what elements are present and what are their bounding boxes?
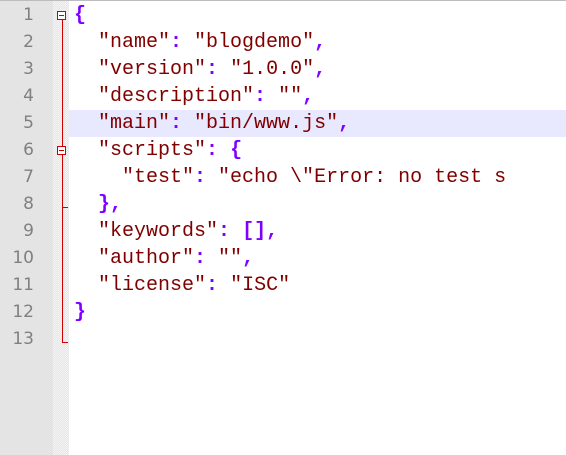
- json-key: "name": [98, 31, 171, 54]
- code-line[interactable]: 1{: [0, 2, 566, 29]
- json-key: "license": [98, 274, 207, 297]
- line-number: 8: [23, 194, 34, 214]
- line-code: "main": "bin/www.js",: [74, 110, 350, 137]
- json-value: "blogdemo": [194, 31, 315, 54]
- bracket: }: [74, 301, 87, 324]
- line-number: 7: [23, 167, 34, 187]
- line-code: "description": "",: [74, 83, 314, 110]
- json-key: "version": [98, 58, 207, 81]
- colon: :: [194, 166, 219, 189]
- bracket: {: [230, 139, 243, 162]
- line-code: "author": "",: [74, 245, 254, 272]
- line-code: "license": "ISC": [74, 272, 290, 299]
- line-number: 10: [12, 248, 34, 268]
- code-line[interactable]: 2 "name": "blogdemo",: [0, 29, 566, 56]
- json-key: "main": [98, 112, 171, 135]
- json-key: "keywords": [98, 220, 219, 243]
- json-key: "scripts": [98, 139, 207, 162]
- comma: ,: [110, 193, 123, 216]
- bracket: }: [98, 193, 111, 216]
- comma: ,: [266, 220, 279, 243]
- colon: :: [206, 139, 231, 162]
- code-line[interactable]: 4 "description": "",: [0, 83, 566, 110]
- json-value: "echo \"Error: no test s: [218, 166, 507, 189]
- json-key: "author": [98, 247, 195, 270]
- code-line[interactable]: 11 "license": "ISC": [0, 272, 566, 299]
- comma: ,: [314, 58, 327, 81]
- line-code: "version": "1.0.0",: [74, 56, 326, 83]
- comma: ,: [338, 112, 351, 135]
- code-line[interactable]: 5 "main": "bin/www.js",: [0, 110, 566, 137]
- line-number: 5: [23, 113, 34, 133]
- colon: :: [170, 31, 195, 54]
- line-number: 4: [23, 86, 34, 106]
- json-value: "": [278, 85, 303, 108]
- comma: ,: [242, 247, 255, 270]
- comma: ,: [302, 85, 315, 108]
- code-line[interactable]: 6 "scripts": {: [0, 137, 566, 164]
- line-number: 2: [23, 32, 34, 52]
- code-line[interactable]: 13: [0, 326, 566, 353]
- json-key: "description": [98, 85, 255, 108]
- code-line[interactable]: 12}: [0, 299, 566, 326]
- colon: :: [206, 58, 231, 81]
- line-code: },: [74, 191, 122, 218]
- json-value: "": [218, 247, 243, 270]
- line-number: 3: [23, 59, 34, 79]
- code-line[interactable]: 7 "test": "echo \"Error: no test s: [0, 164, 566, 191]
- line-code: "keywords": [],: [74, 218, 278, 245]
- json-value: "ISC": [230, 274, 291, 297]
- line-code: }: [74, 299, 86, 326]
- colon: :: [170, 112, 195, 135]
- bracket: []: [242, 220, 267, 243]
- line-number: 1: [23, 5, 34, 25]
- line-number: 13: [12, 329, 34, 349]
- line-number: 11: [12, 275, 34, 295]
- code-editor[interactable]: 1{2 "name": "blogdemo", 3 "version": "1.0…: [0, 0, 566, 455]
- code-line[interactable]: 3 "version": "1.0.0",: [0, 56, 566, 83]
- json-value: "bin/www.js": [194, 112, 339, 135]
- code-line[interactable]: 8 },: [0, 191, 566, 218]
- comma: ,: [314, 31, 327, 54]
- colon: :: [194, 247, 219, 270]
- line-code: "test": "echo \"Error: no test s: [74, 164, 506, 191]
- line-code: "name": "blogdemo",: [74, 29, 326, 56]
- code-line[interactable]: 9 "keywords": [],: [0, 218, 566, 245]
- bracket: {: [74, 4, 87, 27]
- colon: :: [218, 220, 243, 243]
- json-key: "test": [122, 166, 195, 189]
- line-code: {: [74, 2, 86, 29]
- line-number: 6: [23, 140, 34, 160]
- code-line[interactable]: 10 "author": "",: [0, 245, 566, 272]
- colon: :: [206, 274, 231, 297]
- line-number: 9: [23, 221, 34, 241]
- line-number: 12: [12, 302, 34, 322]
- colon: :: [254, 85, 279, 108]
- line-code: "scripts": {: [74, 137, 242, 164]
- json-value: "1.0.0": [230, 58, 315, 81]
